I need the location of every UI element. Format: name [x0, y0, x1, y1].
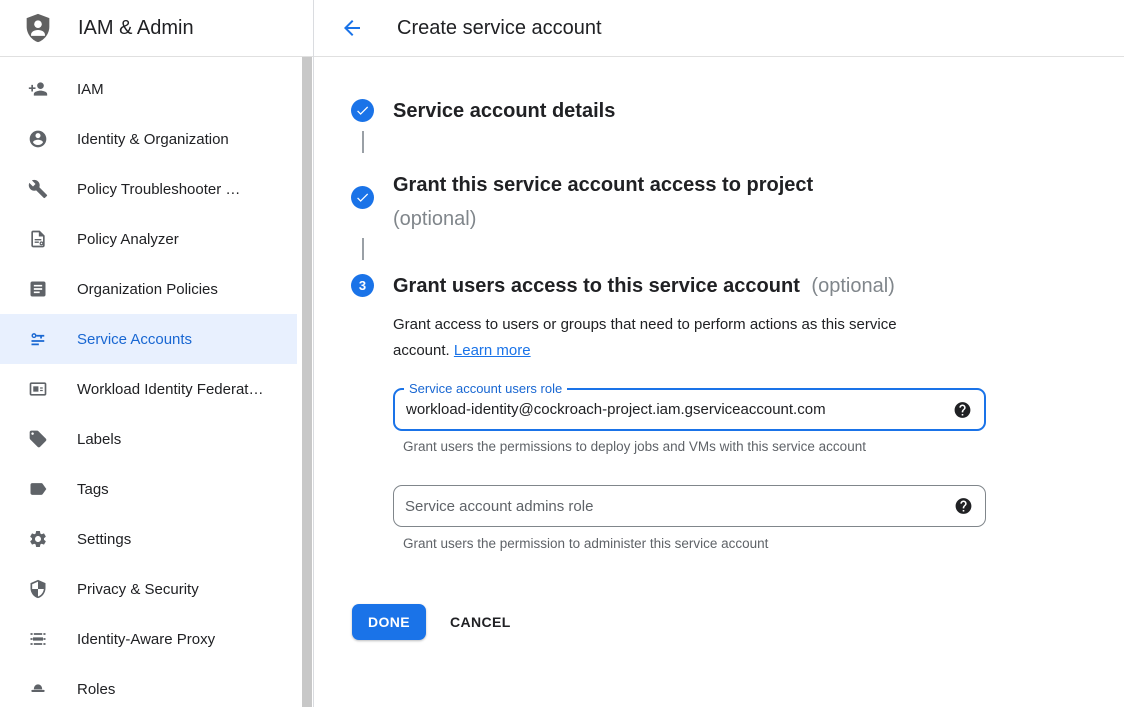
- step1-title[interactable]: Service account details: [393, 99, 615, 123]
- sidebar-item-label: Roles: [77, 681, 115, 698]
- sidebar-item-label: Policy Analyzer: [77, 231, 179, 248]
- step3-number-circle: 3: [351, 274, 374, 297]
- sidebar-item-label: Organization Policies: [77, 281, 218, 298]
- tag-icon: [28, 429, 48, 449]
- sidebar-item-policy-troubleshooter[interactable]: Policy Troubleshooter …: [0, 164, 297, 214]
- service-account-key-icon: [28, 329, 48, 349]
- check-icon: [355, 190, 370, 205]
- sidebar-item-label: Workload Identity Federat…: [77, 381, 263, 398]
- person-add-icon: [28, 79, 48, 99]
- users-role-helper-text: Grant users the permissions to deploy jo…: [403, 439, 866, 454]
- doc-lines-icon: [28, 279, 48, 299]
- sidebar-nav: IAM Identity & Organization Policy Troub…: [0, 57, 300, 707]
- step2-completed-circle: [351, 186, 374, 209]
- hat-icon: [28, 679, 48, 699]
- sidebar-item-label: Identity & Organization: [77, 131, 229, 148]
- doc-gear-icon: [28, 229, 48, 249]
- label-arrow-icon: [28, 479, 48, 499]
- top-bar: IAM & Admin Create service account: [0, 0, 1124, 57]
- step3-title-text: Grant users access to this service accou…: [393, 275, 800, 297]
- id-card-icon: [28, 379, 48, 399]
- sidebar-item-label: Service Accounts: [77, 331, 192, 348]
- sidebar-item-label: Settings: [77, 531, 131, 548]
- done-button[interactable]: DONE: [352, 604, 426, 640]
- sidebar-item-workload-identity-federat[interactable]: Workload Identity Federat…: [0, 364, 297, 414]
- sidebar-item-labels[interactable]: Labels: [0, 414, 297, 464]
- gear-icon: [28, 529, 48, 549]
- app-window: IAM & Admin Create service account IAM I…: [0, 0, 1124, 707]
- step2-title-text: Grant this service account access to pro…: [393, 174, 813, 196]
- help-icon[interactable]: [954, 497, 973, 516]
- step3-title: Grant users access to this service accou…: [393, 274, 895, 298]
- admins-role-field: [393, 485, 986, 527]
- sidebar-scrollbar[interactable]: [300, 57, 313, 707]
- sidebar-divider: [313, 0, 314, 707]
- sidebar-item-label: Tags: [77, 481, 109, 498]
- proxy-icon: [28, 629, 48, 649]
- sidebar-item-identity-aware-proxy[interactable]: Identity-Aware Proxy: [0, 614, 297, 664]
- sidebar-item-label: Policy Troubleshooter …: [77, 181, 240, 198]
- page-title: Create service account: [397, 0, 602, 56]
- sidebar-item-organization-policies[interactable]: Organization Policies: [0, 264, 297, 314]
- sidebar-item-label: Labels: [77, 431, 121, 448]
- step1-completed-circle: [351, 99, 374, 122]
- iam-admin-shield-logo-icon: [21, 11, 55, 45]
- users-role-field: Service account users role: [393, 388, 986, 431]
- cancel-button[interactable]: CANCEL: [450, 604, 511, 640]
- sidebar-item-privacy-security[interactable]: Privacy & Security: [0, 564, 297, 614]
- sidebar-item-identity-organization[interactable]: Identity & Organization: [0, 114, 297, 164]
- sidebar-item-roles[interactable]: Roles: [0, 664, 297, 707]
- check-icon: [355, 103, 370, 118]
- admins-role-helper-text: Grant users the permission to administer…: [403, 536, 768, 551]
- learn-more-link[interactable]: Learn more: [454, 342, 531, 359]
- sidebar-item-label: Privacy & Security: [77, 581, 199, 598]
- shield-half-icon: [28, 579, 48, 599]
- step3-optional-label: (optional): [811, 275, 894, 297]
- step-connector: [362, 131, 364, 153]
- sidebar-item-settings[interactable]: Settings: [0, 514, 297, 564]
- product-name: IAM & Admin: [78, 0, 194, 56]
- sidebar-item-service-accounts[interactable]: Service Accounts: [0, 314, 297, 364]
- users-role-field-label: Service account users role: [404, 381, 567, 396]
- sidebar-item-tags[interactable]: Tags: [0, 464, 297, 514]
- wrench-icon: [28, 179, 48, 199]
- step2-optional-label: (optional): [393, 202, 813, 236]
- sidebar-item-policy-analyzer[interactable]: Policy Analyzer: [0, 214, 297, 264]
- step2-title[interactable]: Grant this service account access to pro…: [393, 168, 813, 236]
- back-arrow-icon[interactable]: [340, 16, 364, 40]
- sidebar-item-label: IAM: [77, 81, 104, 98]
- step3-description: Grant access to users or groups that nee…: [393, 312, 949, 363]
- sidebar-item-iam[interactable]: IAM: [0, 64, 297, 114]
- admins-role-input[interactable]: [394, 486, 985, 526]
- step-connector: [362, 238, 364, 260]
- sidebar-item-label: Identity-Aware Proxy: [77, 631, 215, 648]
- account-circle-icon: [28, 129, 48, 149]
- help-icon[interactable]: [953, 400, 972, 419]
